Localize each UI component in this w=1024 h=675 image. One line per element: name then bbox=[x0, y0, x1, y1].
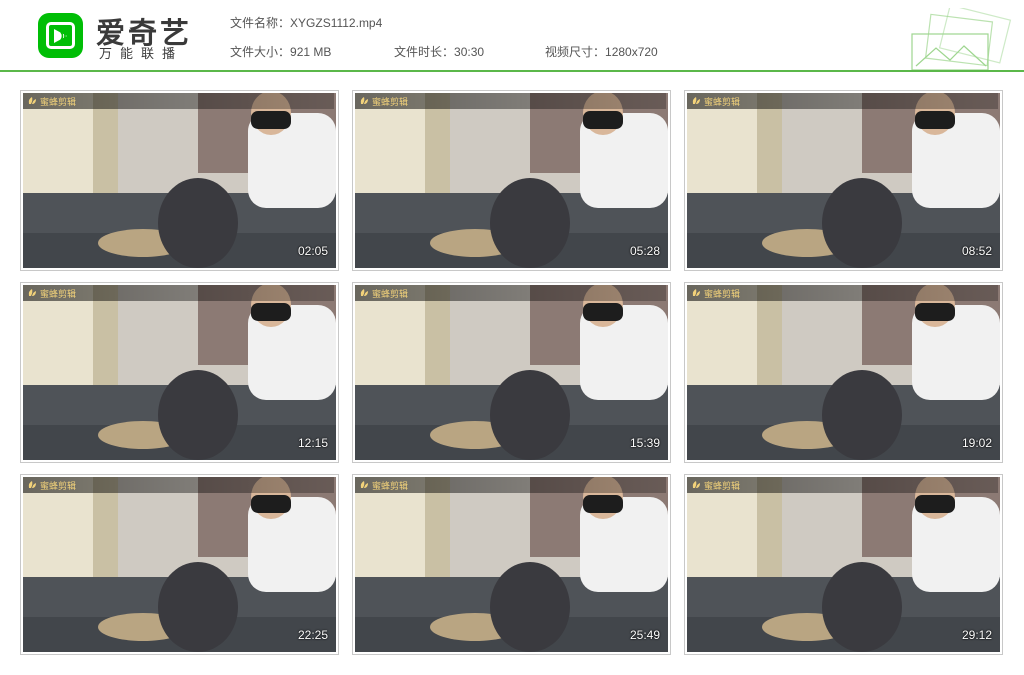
duration-label: 文件时长： bbox=[394, 45, 455, 59]
bee-icon bbox=[28, 97, 36, 104]
timestamp: 19:02 bbox=[961, 436, 992, 450]
video-frame bbox=[23, 285, 336, 460]
watermark-text: 蜜蜂剪辑 bbox=[40, 290, 77, 300]
thumbnail-9[interactable]: 蜜蜂剪辑 29:12 bbox=[684, 474, 1003, 655]
iqiyi-logo-icon bbox=[38, 13, 83, 58]
bee-icon bbox=[28, 289, 36, 296]
subject-figure bbox=[158, 562, 238, 652]
watermark-text: 蜜蜂剪辑 bbox=[40, 98, 77, 108]
timestamp: 12:15 bbox=[297, 436, 328, 450]
watermark-bar: 蜜蜂剪辑 bbox=[687, 93, 998, 109]
mask bbox=[251, 303, 291, 321]
video-frame bbox=[687, 285, 1000, 460]
bee-icon bbox=[360, 289, 368, 296]
video-frame bbox=[23, 477, 336, 652]
video-frame bbox=[355, 477, 668, 652]
watermark-bar: 蜜蜂剪辑 bbox=[23, 285, 334, 301]
timestamp: 08:52 bbox=[961, 244, 992, 258]
mask bbox=[251, 495, 291, 513]
subject-figure bbox=[490, 562, 570, 652]
thumbnail-6[interactable]: 蜜蜂剪辑 19:02 bbox=[684, 282, 1003, 463]
watermark-bar: 蜜蜂剪辑 bbox=[687, 477, 998, 493]
file-name-label: 文件名称： bbox=[230, 16, 291, 30]
watermark-text: 蜜蜂剪辑 bbox=[372, 98, 409, 108]
resolution-value: 1280x720 bbox=[605, 45, 658, 59]
bee-icon bbox=[360, 97, 368, 104]
resolution-label: 视频尺寸： bbox=[545, 45, 606, 59]
video-frame bbox=[355, 93, 668, 268]
file-size-value: 921 MB bbox=[290, 45, 332, 59]
thumbnail-7[interactable]: 蜜蜂剪辑 22:25 bbox=[20, 474, 339, 655]
bee-icon bbox=[692, 97, 700, 104]
watermark-text: 蜜蜂剪辑 bbox=[704, 290, 741, 300]
watermark-bar: 蜜蜂剪辑 bbox=[23, 477, 334, 493]
timestamp: 15:39 bbox=[629, 436, 660, 450]
mask bbox=[251, 111, 291, 129]
subject-figure bbox=[822, 178, 902, 268]
file-name-info: 文件名称：XYGZS1112.mp4 bbox=[230, 14, 382, 31]
mask bbox=[583, 111, 623, 129]
thumbnail-1[interactable]: 蜜蜂剪辑 02:05 bbox=[20, 90, 339, 271]
thumbnail-5[interactable]: 蜜蜂剪辑 15:39 bbox=[352, 282, 671, 463]
timestamp: 29:12 bbox=[961, 628, 992, 642]
watermark-text: 蜜蜂剪辑 bbox=[704, 482, 741, 492]
thumbnail-3[interactable]: 蜜蜂剪辑 08:52 bbox=[684, 90, 1003, 271]
thumbnail-grid: 蜜蜂剪辑 02:05 蜜蜂剪辑 05:28 蜜蜂剪辑 08:52 蜜蜂剪辑 12… bbox=[20, 90, 1006, 656]
video-frame bbox=[687, 93, 1000, 268]
timestamp: 22:25 bbox=[297, 628, 328, 642]
brand-slogan: 万能联播 bbox=[99, 47, 184, 62]
watermark-bar: 蜜蜂剪辑 bbox=[687, 285, 998, 301]
watermark-bar: 蜜蜂剪辑 bbox=[23, 93, 334, 109]
picture-frame-decoration-icon bbox=[911, 8, 1012, 70]
thumbnail-4[interactable]: 蜜蜂剪辑 12:15 bbox=[20, 282, 339, 463]
file-size-label: 文件大小： bbox=[230, 45, 291, 59]
header: 爱奇艺 万能联播 文件名称：XYGZS1112.mp4 文件大小：921 MB … bbox=[0, 0, 1024, 70]
watermark-bar: 蜜蜂剪辑 bbox=[355, 285, 666, 301]
video-frame bbox=[23, 93, 336, 268]
duration-value: 30:30 bbox=[454, 45, 485, 59]
bee-icon bbox=[360, 481, 368, 488]
bee-icon bbox=[692, 289, 700, 296]
file-name-value: XYGZS1112.mp4 bbox=[290, 16, 383, 30]
watermark-text: 蜜蜂剪辑 bbox=[372, 290, 409, 300]
watermark-bar: 蜜蜂剪辑 bbox=[355, 477, 666, 493]
timestamp: 25:49 bbox=[629, 628, 660, 642]
bee-icon bbox=[28, 481, 36, 488]
video-frame bbox=[687, 477, 1000, 652]
watermark-bar: 蜜蜂剪辑 bbox=[355, 93, 666, 109]
bee-icon bbox=[692, 481, 700, 488]
header-divider bbox=[0, 70, 1024, 72]
subject-figure bbox=[822, 370, 902, 460]
duration-info: 文件时长：30:30 bbox=[394, 43, 484, 60]
subject-figure bbox=[158, 178, 238, 268]
mask bbox=[915, 495, 955, 513]
subject-figure bbox=[490, 178, 570, 268]
mask bbox=[583, 495, 623, 513]
timestamp: 02:05 bbox=[297, 244, 328, 258]
file-size-info: 文件大小：921 MB bbox=[230, 43, 331, 60]
mask bbox=[915, 303, 955, 321]
thumbnail-8[interactable]: 蜜蜂剪辑 25:49 bbox=[352, 474, 671, 655]
thumbnail-2[interactable]: 蜜蜂剪辑 05:28 bbox=[352, 90, 671, 271]
timestamp: 05:28 bbox=[629, 244, 660, 258]
watermark-text: 蜜蜂剪辑 bbox=[704, 98, 741, 108]
subject-figure bbox=[490, 370, 570, 460]
resolution-info: 视频尺寸：1280x720 bbox=[545, 43, 658, 60]
mask bbox=[583, 303, 623, 321]
video-frame bbox=[355, 285, 668, 460]
subject-figure bbox=[158, 370, 238, 460]
watermark-text: 蜜蜂剪辑 bbox=[40, 482, 77, 492]
subject-figure bbox=[822, 562, 902, 652]
watermark-text: 蜜蜂剪辑 bbox=[372, 482, 409, 492]
mask bbox=[915, 111, 955, 129]
